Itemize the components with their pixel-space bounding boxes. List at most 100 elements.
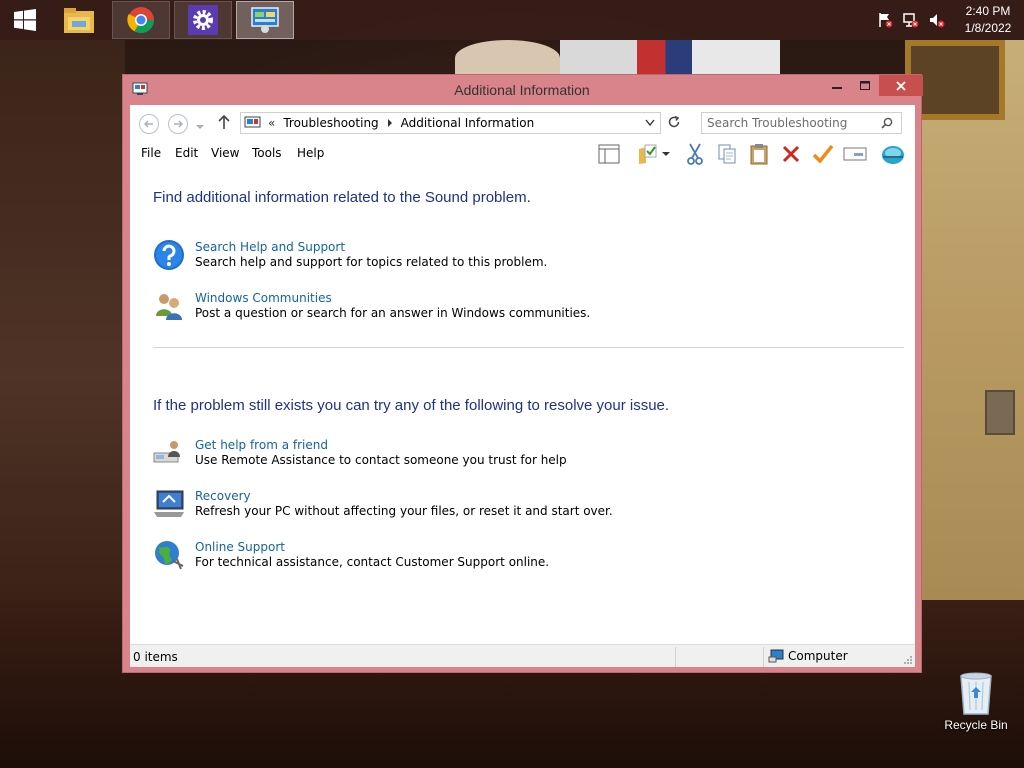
wallpaper-right: [920, 40, 1024, 600]
resize-grip-icon[interactable]: [903, 655, 913, 665]
online-support-desc: For technical assistance, contact Custom…: [195, 555, 550, 569]
file-explorer-icon: [64, 8, 94, 33]
volume-muted-icon[interactable]: [926, 11, 948, 29]
rename-field-icon: [843, 147, 867, 161]
up-arrow-icon: [218, 114, 230, 129]
search-help-link[interactable]: Search Help and Support: [195, 240, 345, 254]
paste-button[interactable]: [746, 142, 772, 166]
breadcrumb-troubleshooting[interactable]: Troubleshooting: [283, 116, 378, 130]
minimize-icon: [832, 86, 842, 89]
get-help-from-friend-link[interactable]: Get help from a friend: [195, 438, 328, 452]
taskbar-chrome[interactable]: [112, 1, 170, 39]
menu-view[interactable]: View: [211, 146, 239, 160]
minimize-button[interactable]: [823, 75, 851, 96]
computer-icon: [768, 649, 784, 663]
network-icon[interactable]: [900, 11, 922, 29]
taskbar-control-panel[interactable]: [236, 1, 294, 39]
menu-edit[interactable]: Edit: [175, 146, 198, 160]
recycle-bin-label: Recycle Bin: [944, 718, 1008, 732]
window-client: « Troubleshooting Additional Information…: [130, 105, 915, 667]
control-panel-icon: [251, 7, 279, 33]
status-item-count: 0 items: [133, 650, 178, 664]
globe-shell-icon: [882, 146, 904, 164]
status-separator: [763, 647, 764, 667]
layout-pane-button[interactable]: [596, 142, 622, 166]
breadcrumb-chevron-icon[interactable]: [385, 118, 395, 128]
taskbar-clock[interactable]: 2:40 PM 1/8/2022: [952, 3, 1024, 37]
refresh-button[interactable]: [667, 115, 681, 132]
recycle-bin[interactable]: Recycle Bin: [940, 670, 1012, 732]
online-support-globe-icon: [155, 541, 184, 570]
wallpaper-person: [455, 40, 560, 76]
content-pane: Find additional information related to t…: [130, 169, 915, 644]
section2-heading: If the problem still exists you can try …: [153, 397, 670, 414]
close-icon: [896, 80, 906, 91]
folder-options-button[interactable]: [635, 142, 661, 166]
communities-people-icon: [156, 294, 182, 320]
recovery-desc: Refresh your PC without affecting your f…: [195, 504, 613, 518]
rename-button[interactable]: [842, 142, 868, 166]
back-arrow-icon: [144, 120, 153, 128]
additional-information-window: Additional Information « Troubleshooting…: [122, 74, 923, 673]
folder-options-dropdown[interactable]: [659, 142, 673, 166]
get-help-from-friend-desc: Use Remote Assistance to contact someone…: [195, 453, 567, 467]
pane-layout-icon: [598, 144, 620, 164]
task-online-support[interactable]: Online Support For technical assistance,…: [153, 539, 853, 575]
remote-assistance-icon: [153, 441, 180, 463]
search-help-desc: Search help and support for topics relat…: [195, 255, 548, 269]
status-location-text: Computer: [788, 649, 848, 663]
recovery-link[interactable]: Recovery: [195, 489, 251, 503]
windows-communities-desc: Post a question or search for an answer …: [195, 306, 591, 320]
clock-date: 1/8/2022: [964, 21, 1012, 35]
task-search-help[interactable]: Search Help and Support Search help and …: [153, 239, 853, 275]
maximize-icon: [860, 80, 870, 90]
shell-button[interactable]: [880, 142, 906, 166]
clock-time: 2:40 PM: [965, 4, 1011, 18]
task-recovery[interactable]: Recovery Refresh your PC without affecti…: [153, 488, 853, 524]
section1-heading: Find additional information related to t…: [153, 189, 531, 206]
address-overflow[interactable]: «: [268, 116, 275, 130]
taskbar-settings[interactable]: [174, 1, 232, 39]
wallpaper-left: [0, 40, 125, 600]
status-separator: [675, 647, 676, 667]
address-bar[interactable]: « Troubleshooting Additional Information: [240, 112, 661, 134]
forward-arrow-icon: [174, 120, 183, 128]
window-titlebar[interactable]: Additional Information: [123, 75, 923, 105]
wallpaper-flag: [560, 40, 780, 76]
recent-locations-button[interactable]: [196, 119, 204, 133]
chevron-down-icon: [662, 152, 670, 156]
properties-button[interactable]: [810, 142, 836, 166]
taskbar: 2:40 PM 1/8/2022: [0, 0, 1024, 40]
close-button[interactable]: [879, 75, 923, 96]
menu-file[interactable]: File: [141, 146, 161, 160]
up-button[interactable]: [218, 114, 230, 132]
search-input[interactable]: Search Troubleshooting: [701, 112, 902, 134]
wallpaper-plaque: [985, 390, 1015, 435]
menu-tools[interactable]: Tools: [252, 146, 282, 160]
cut-button[interactable]: [682, 142, 708, 166]
breadcrumb-additional-information[interactable]: Additional Information: [401, 116, 535, 130]
address-dropdown-icon[interactable]: [645, 119, 655, 127]
menu-bar: File Edit View Tools Help: [130, 139, 915, 169]
windows-logo-icon: [14, 9, 36, 31]
task-get-help-from-friend[interactable]: Get help from a friend Use Remote Assist…: [153, 437, 853, 473]
maximize-button[interactable]: [851, 75, 879, 96]
navigation-bar: « Troubleshooting Additional Information…: [130, 105, 915, 139]
forward-button[interactable]: [168, 114, 188, 134]
delete-x-icon: [782, 145, 800, 163]
recovery-computer-icon: [154, 490, 184, 517]
search-icon[interactable]: [881, 117, 893, 129]
scissors-icon: [687, 143, 703, 165]
action-center-icon[interactable]: [874, 11, 896, 29]
back-button[interactable]: [139, 114, 159, 134]
taskbar-file-explorer[interactable]: [50, 1, 108, 39]
menu-help[interactable]: Help: [297, 146, 324, 160]
start-button[interactable]: [0, 0, 50, 40]
task-windows-communities[interactable]: Windows Communities Post a question or s…: [153, 290, 853, 326]
delete-button[interactable]: [778, 142, 804, 166]
windows-communities-link[interactable]: Windows Communities: [195, 291, 332, 305]
status-location: Computer: [768, 649, 848, 663]
copy-button[interactable]: [714, 142, 740, 166]
control-panel-small-icon: [244, 116, 261, 128]
online-support-link[interactable]: Online Support: [195, 540, 285, 554]
